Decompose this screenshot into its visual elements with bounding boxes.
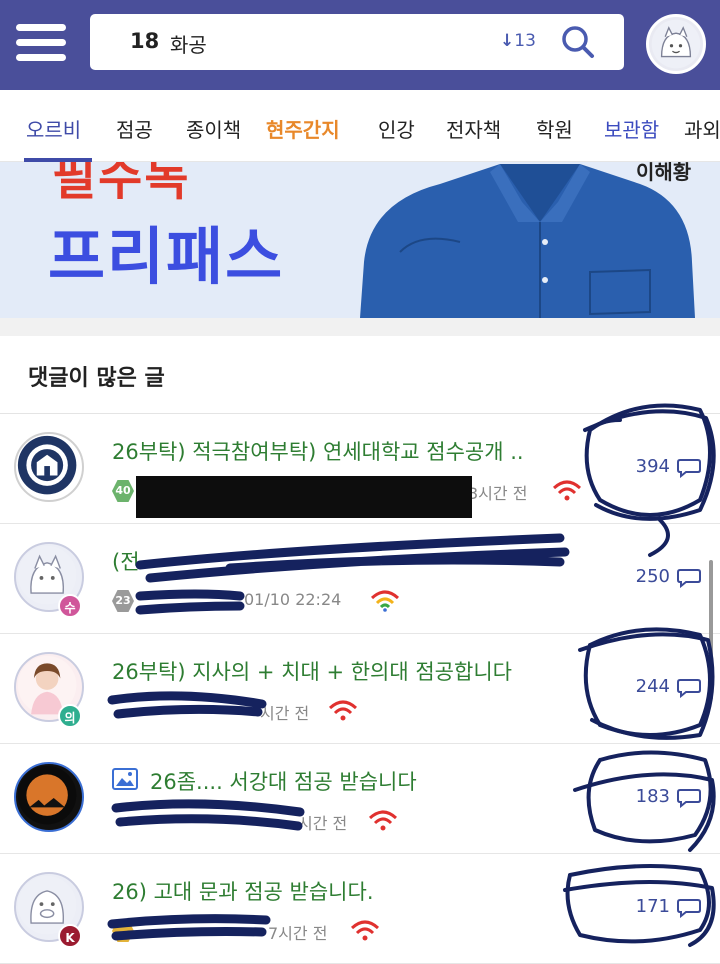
avatar [14, 432, 84, 502]
tab-ebooks[interactable]: 전자책 [446, 114, 501, 143]
comment-count: 183 [635, 786, 670, 807]
comment-bubble-icon [677, 569, 701, 589]
user-level-badge [112, 920, 134, 942]
tab-weekly[interactable]: 현주간지 [266, 114, 340, 143]
user-type-badge: K [58, 924, 82, 948]
instructor-photo [360, 164, 695, 318]
post-time: 3시간 전 [468, 484, 528, 503]
section-title: 댓글이 많은 글 [28, 366, 165, 391]
user-level-badge: 23 [112, 590, 134, 612]
hot-signal-icon [350, 920, 380, 941]
university-seal-icon [17, 435, 77, 495]
menu-icon[interactable] [16, 22, 66, 62]
post-item[interactable]: 수 (전 23 01/10 22:24 250 [0, 524, 720, 634]
post-item[interactable]: 의 26부탁) 지사의 + 치대 + 한의대 점공합니다 시간 전 244 [0, 634, 720, 744]
profile-avatar[interactable] [646, 14, 706, 74]
search-icon[interactable] [560, 24, 596, 60]
search-term: 화공 [170, 33, 207, 57]
post-title[interactable]: 26) 고대 문과 점공 받습니다. [112, 876, 374, 906]
comment-bubble-icon [677, 459, 701, 479]
post-title[interactable]: (전 [112, 546, 140, 576]
post-time: 시간 전 [298, 814, 348, 833]
comment-bubble-icon [677, 789, 701, 809]
post-item[interactable]: K 26) 고대 문과 점공 받습니다. 7시간 전 171 [0, 854, 720, 964]
profile-character-icon [651, 19, 701, 69]
hot-signal-icon [368, 810, 398, 831]
rank-change: ↓13 [500, 31, 536, 51]
hot-signal-icon [552, 480, 582, 501]
comment-count: 250 [635, 566, 670, 587]
rainbow-signal-icon [370, 590, 400, 612]
tab-orbi[interactable]: 오르비 [26, 114, 81, 143]
user-level-badge: 40 [112, 480, 134, 502]
moon-photo-avatar [17, 765, 77, 825]
post-time: 01/10 22:24 [244, 590, 342, 609]
category-tabs: 오르비 점공 종이책 현주간지 인강 전자책 학원 보관함 과외 [0, 90, 720, 162]
banner-top-text: 필수독 [52, 162, 191, 206]
post-time: 7시간 전 [268, 924, 328, 943]
tab-score-report[interactable]: 점공 [116, 114, 153, 143]
tab-tutoring[interactable]: 과외 [684, 114, 720, 143]
comment-count: 244 [635, 676, 670, 697]
app-screen: 18 화공 ↓13 오르비 점공 종이책 현주간지 인강 전자책 학원 보관함 … [0, 0, 720, 964]
comment-bubble-icon [677, 899, 701, 919]
comment-count: 394 [635, 456, 670, 477]
scrollbar[interactable] [709, 560, 713, 700]
tab-lectures[interactable]: 인강 [378, 114, 415, 143]
tab-academy[interactable]: 학원 [536, 114, 573, 143]
tab-storage[interactable]: 보관함 [604, 114, 659, 143]
rank-change-value: 13 [514, 31, 536, 51]
user-type-badge: 의 [58, 704, 82, 728]
post-title[interactable]: 26좀.... 서강대 점공 받습니다 [150, 766, 417, 796]
arrow-down-icon: ↓ [500, 31, 515, 51]
image-icon [112, 768, 138, 790]
search-bar[interactable]: 18 화공 ↓13 [90, 14, 624, 70]
post-title[interactable]: 26부탁) 적극참여부탁) 연세대학교 점수공개 .. [112, 436, 524, 466]
hot-signal-icon [328, 700, 358, 721]
post-title[interactable]: 26부탁) 지사의 + 치대 + 한의대 점공합니다 [112, 656, 512, 686]
post-item[interactable]: 26부탁) 적극참여부탁) 연세대학교 점수공개 .. 40 3시간 전 394 [0, 414, 720, 524]
section-divider [0, 318, 720, 336]
banner-main-text: 프리패스 [48, 220, 285, 293]
avatar [14, 762, 84, 832]
banner-instructor-name: 이해황 [636, 162, 692, 184]
redaction-box [136, 476, 472, 518]
post-item[interactable]: 26좀.... 서강대 점공 받습니다 시간 전 183 [0, 744, 720, 854]
top-header: 18 화공 ↓13 [0, 0, 720, 90]
user-type-badge: 수 [58, 594, 82, 618]
search-rank: 18 [130, 29, 160, 53]
post-time: 시간 전 [260, 704, 310, 723]
ad-banner[interactable]: 필수독 프리패스 이해황 [0, 162, 720, 318]
comment-bubble-icon [677, 679, 701, 699]
tab-paper-books[interactable]: 종이책 [186, 114, 241, 143]
comment-count: 171 [635, 896, 670, 917]
